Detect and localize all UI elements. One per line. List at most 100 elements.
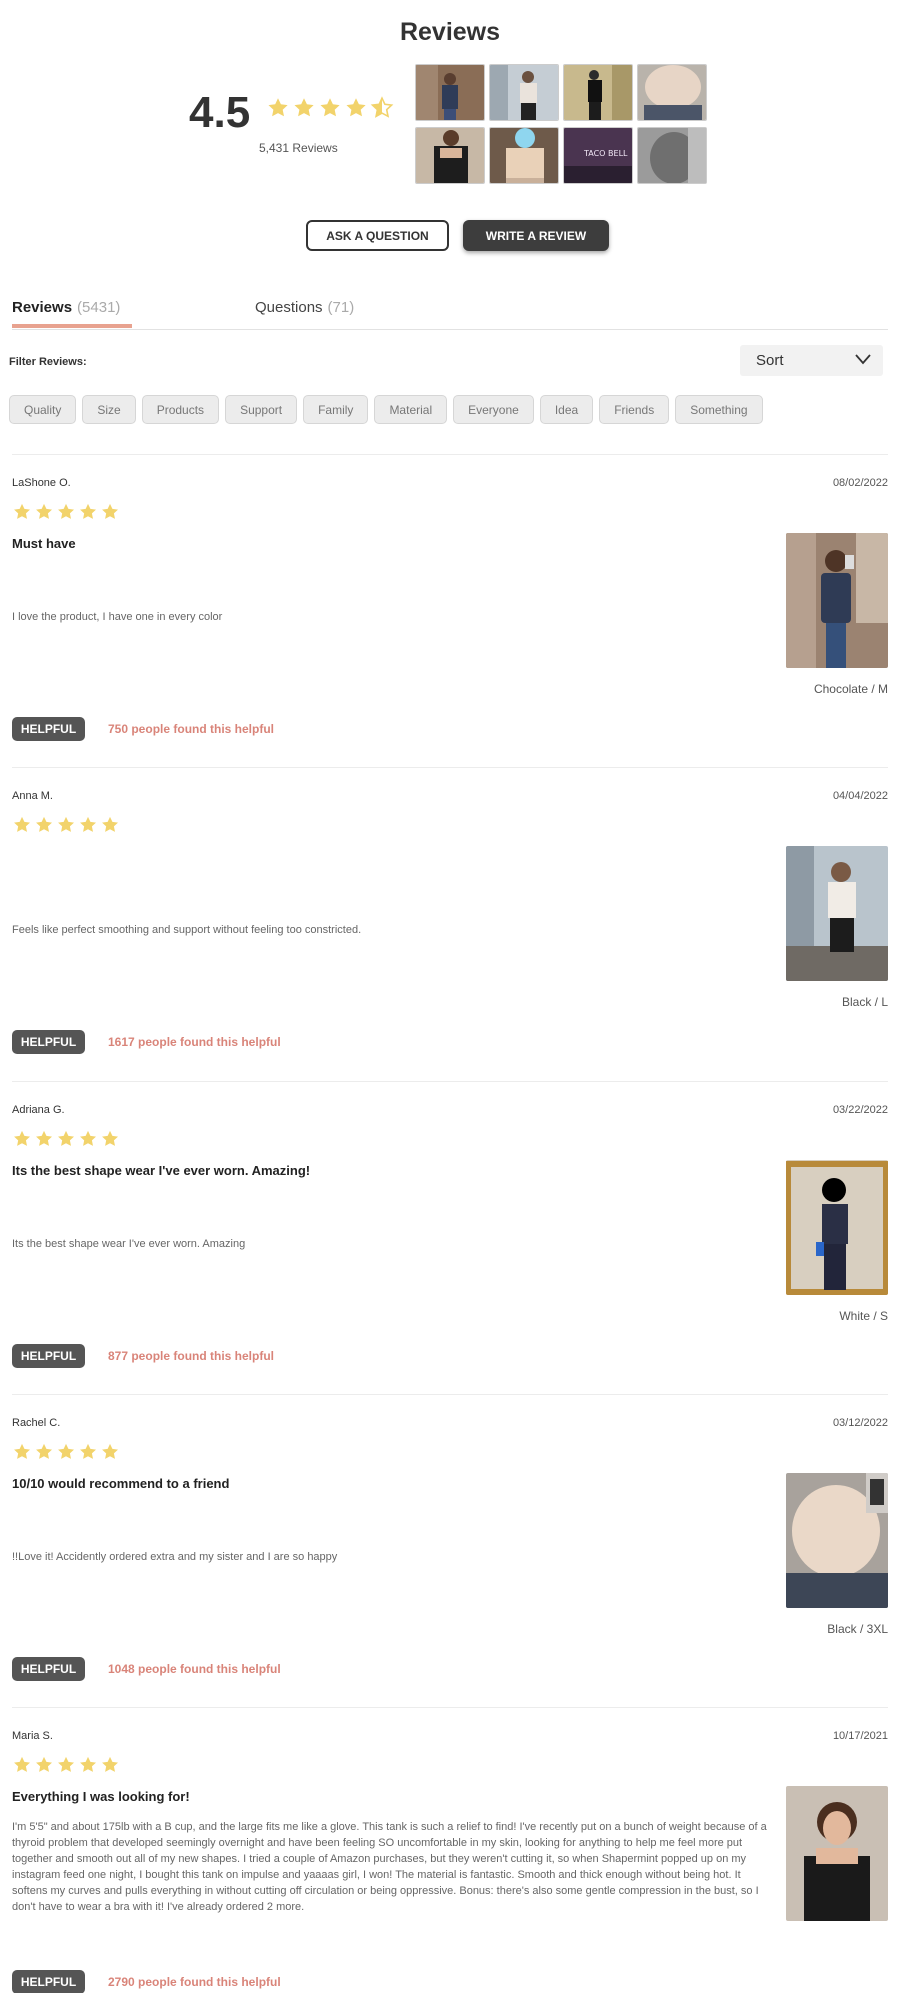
rating-summary: 4.5 5,431 Reviews (189, 88, 394, 158)
review-title: Must have (12, 536, 76, 551)
review-title: 10/10 would recommend to a friend (12, 1476, 230, 1491)
helpful-count: 1617 people found this helpful (108, 1035, 281, 1049)
star-icon (100, 815, 120, 835)
star-icon (56, 1755, 76, 1775)
filter-chip[interactable]: Family (303, 395, 369, 424)
sort-label: Sort (756, 352, 784, 369)
filter-chip[interactable]: Material (374, 395, 448, 424)
helpful-button[interactable]: HELPFUL (12, 1657, 85, 1681)
sort-dropdown[interactable]: Sort (740, 345, 883, 376)
photo-gallery: TACO BELL (415, 64, 707, 184)
star-icon (78, 1129, 98, 1149)
review-date: 04/04/2022 (832, 790, 888, 802)
helpful-button[interactable]: HELPFUL (12, 1030, 85, 1054)
review-photo[interactable] (786, 1786, 888, 1921)
tab-reviews[interactable]: Reviews (5431) (12, 299, 120, 316)
tab-reviews-label: Reviews (12, 299, 73, 316)
star-icon (370, 96, 394, 120)
star-icon (34, 815, 54, 835)
review-photo[interactable] (786, 533, 888, 668)
helpful-count: 750 people found this helpful (108, 722, 275, 736)
star-icon (78, 1755, 98, 1775)
average-rating-stars (266, 96, 394, 120)
review-photo[interactable] (786, 846, 888, 981)
svg-text:TACO BELL: TACO BELL (583, 149, 628, 158)
review-tabs: Reviews (5431) Questions (71) (12, 297, 888, 330)
review-variant: Chocolate / M (813, 682, 888, 696)
star-icon (12, 1755, 32, 1775)
reviewer-name: Anna M. (12, 790, 53, 802)
star-icon (34, 1129, 54, 1149)
star-icon (78, 1442, 98, 1462)
review-date: 10/17/2021 (832, 1730, 888, 1742)
star-icon (292, 96, 316, 120)
filter-chips: Quality Size Products Support Family Material… (9, 395, 763, 424)
tab-questions-count: (71) (327, 299, 355, 316)
review-body: !!Love it! Accidently ordered extra and … (12, 1551, 338, 1563)
review-title: Its the best shape wear I've ever worn. … (12, 1163, 311, 1178)
total-reviews: 5,431 Reviews (259, 141, 338, 155)
gallery-photo[interactable] (415, 64, 485, 121)
helpful-button[interactable]: HELPFUL (12, 717, 85, 741)
tab-questions[interactable]: Questions (71) (255, 299, 354, 316)
helpful-button[interactable]: HELPFUL (12, 1970, 85, 1993)
page-title: Reviews (399, 18, 501, 46)
star-icon (56, 815, 76, 835)
write-review-button[interactable]: WRITE A REVIEW (463, 220, 609, 251)
filter-chip[interactable]: Size (82, 395, 136, 424)
review-body: Its the best shape wear I've ever worn. … (12, 1238, 246, 1250)
ask-question-button[interactable]: ASK A QUESTION (306, 220, 449, 251)
reviewer-name: Adriana G. (12, 1104, 65, 1116)
star-icon (100, 502, 120, 522)
review-rating (12, 1755, 120, 1775)
gallery-photo[interactable] (415, 127, 485, 184)
star-icon (56, 1129, 76, 1149)
star-icon (56, 1442, 76, 1462)
review-body: I love the product, I have one in every … (12, 611, 223, 623)
gallery-photo[interactable] (489, 127, 559, 184)
filter-chip[interactable]: Products (141, 395, 220, 424)
star-icon (12, 502, 32, 522)
review-rating (12, 1129, 120, 1149)
helpful-count: 877 people found this helpful (108, 1349, 275, 1363)
gallery-photo[interactable]: TACO BELL (563, 127, 633, 184)
star-icon (318, 96, 342, 120)
filter-chip[interactable]: Idea (539, 395, 594, 424)
star-icon (34, 1755, 54, 1775)
review-card: Maria S. 10/17/2021 Everything I was loo… (12, 1707, 888, 1993)
tab-reviews-count: (5431) (77, 299, 121, 316)
chevron-down-icon (855, 354, 871, 365)
gallery-photo[interactable] (563, 64, 633, 121)
star-icon (78, 502, 98, 522)
gallery-photo[interactable] (637, 64, 707, 121)
review-date: 03/12/2022 (832, 1417, 888, 1429)
star-icon (100, 1129, 120, 1149)
review-card: Anna M. 04/04/2022 Feels like perfect sm… (12, 767, 888, 1080)
filter-chip[interactable]: Quality (9, 395, 77, 424)
review-variant: Black / 3XL (827, 1622, 888, 1636)
review-photo[interactable] (786, 1160, 888, 1295)
review-date: 03/22/2022 (832, 1104, 888, 1116)
filter-label: Filter Reviews: (9, 356, 87, 368)
review-body: Feels like perfect smoothing and support… (12, 924, 362, 936)
star-icon (12, 1442, 32, 1462)
review-card: LaShone O. 08/02/2022 Must have I love t… (12, 454, 888, 767)
helpful-button[interactable]: HELPFUL (12, 1344, 85, 1368)
reviewer-name: Rachel C. (12, 1417, 61, 1429)
filter-chip[interactable]: Everyone (453, 395, 534, 424)
review-rating (12, 502, 120, 522)
star-icon (12, 1129, 32, 1149)
star-icon (100, 1442, 120, 1462)
gallery-photo[interactable] (489, 64, 559, 121)
star-icon (12, 815, 32, 835)
helpful-count: 1048 people found this helpful (108, 1662, 281, 1676)
helpful-count: 2790 people found this helpful (108, 1975, 281, 1989)
filter-chip[interactable]: Support (225, 395, 298, 424)
review-variant: Black / L (841, 995, 888, 1009)
review-date: 08/02/2022 (832, 477, 888, 489)
gallery-photo[interactable] (637, 127, 707, 184)
filter-chip[interactable]: Something (675, 395, 763, 424)
reviewer-name: Maria S. (12, 1730, 53, 1742)
review-photo[interactable] (786, 1473, 888, 1608)
filter-chip[interactable]: Friends (599, 395, 670, 424)
